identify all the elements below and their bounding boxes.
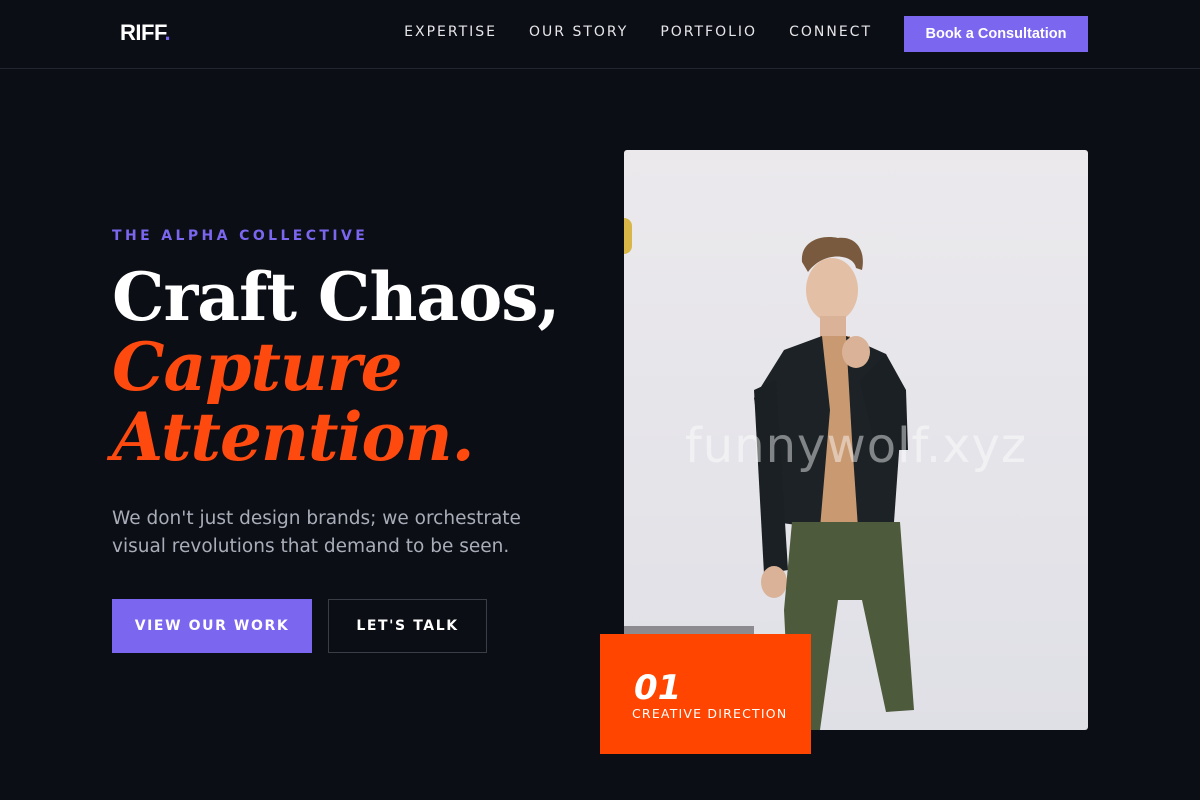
top-navbar: RIFF. EXPERTISE OUR STORY PORTFOLIO CONN… — [0, 0, 1200, 69]
book-consultation-button[interactable]: Book a Consultation — [904, 16, 1088, 52]
nav-links: EXPERTISE OUR STORY PORTFOLIO CONNECT — [372, 24, 872, 40]
nav-link-connect[interactable]: CONNECT — [789, 24, 872, 40]
badge-label: CREATIVE DIRECTION — [632, 706, 788, 721]
brand-logo[interactable]: RIFF. — [120, 20, 171, 46]
nav-link-portfolio[interactable]: PORTFOLIO — [660, 24, 757, 40]
headline-line-2: Capture — [112, 328, 403, 406]
nav-link-our-story[interactable]: OUR STORY — [529, 24, 628, 40]
hero-description: We don't just design brands; we orchestr… — [112, 508, 521, 557]
image-watermark: funnywolf.xyz — [684, 418, 1028, 474]
headline-line-1: Craft Chaos, — [112, 258, 560, 336]
lets-talk-button[interactable]: LET'S TALK — [328, 599, 487, 653]
nav-link-expertise[interactable]: EXPERTISE — [404, 24, 497, 40]
hero-eyebrow: THE ALPHA COLLECTIVE — [112, 228, 369, 244]
headline-line-3: Attention. — [112, 398, 475, 476]
hero-headline: Craft Chaos, Capture Attention. — [112, 262, 560, 476]
badge-number: 01 — [634, 668, 682, 708]
brand-dot: . — [164, 20, 171, 45]
view-our-work-button[interactable]: VIEW OUR WORK — [112, 599, 312, 653]
brand-name: RIFF — [120, 20, 165, 45]
creative-direction-badge: 01 CREATIVE DIRECTION — [600, 634, 811, 754]
